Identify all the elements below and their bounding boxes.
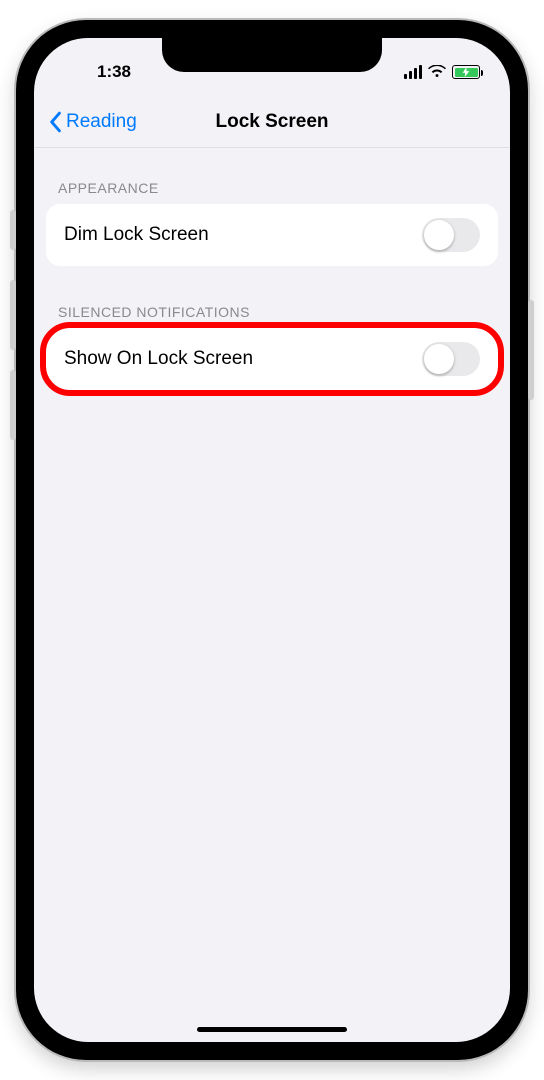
cell-label: Show On Lock Screen (64, 348, 253, 370)
section-header-silenced: SILENCED NOTIFICATIONS (34, 296, 510, 328)
back-button[interactable]: Reading (48, 111, 137, 133)
nav-header: Reading Lock Screen (34, 96, 510, 148)
cell-label: Dim Lock Screen (64, 224, 209, 246)
toggle-knob (424, 220, 454, 250)
cell-group-silenced: Show On Lock Screen (46, 328, 498, 390)
status-time: 1:38 (64, 62, 164, 82)
volume-up-button (10, 280, 16, 350)
notch (162, 38, 382, 72)
back-label: Reading (66, 111, 137, 133)
settings-content: APPEARANCE Dim Lock Screen SILENCED NOTI… (34, 148, 510, 390)
cell-show-on-lock-screen[interactable]: Show On Lock Screen (46, 328, 498, 390)
screen: 1:38 Reading Lock Screen (34, 38, 510, 1042)
status-indicators (370, 65, 480, 79)
volume-down-button (10, 370, 16, 440)
toggle-dim-lock-screen[interactable] (422, 218, 480, 252)
cell-group-appearance: Dim Lock Screen (46, 204, 498, 266)
toggle-show-on-lock-screen[interactable] (422, 342, 480, 376)
phone-frame: 1:38 Reading Lock Screen (16, 20, 528, 1060)
home-indicator[interactable] (197, 1027, 347, 1032)
section-header-appearance: APPEARANCE (34, 172, 510, 204)
toggle-knob (424, 344, 454, 374)
wifi-icon (428, 65, 446, 79)
chevron-left-icon (48, 111, 62, 133)
silence-switch (10, 210, 16, 250)
battery-icon (452, 65, 480, 79)
cellular-signal-icon (404, 65, 422, 79)
page-title: Lock Screen (216, 111, 329, 133)
cell-dim-lock-screen[interactable]: Dim Lock Screen (46, 204, 498, 266)
power-button (528, 300, 534, 400)
